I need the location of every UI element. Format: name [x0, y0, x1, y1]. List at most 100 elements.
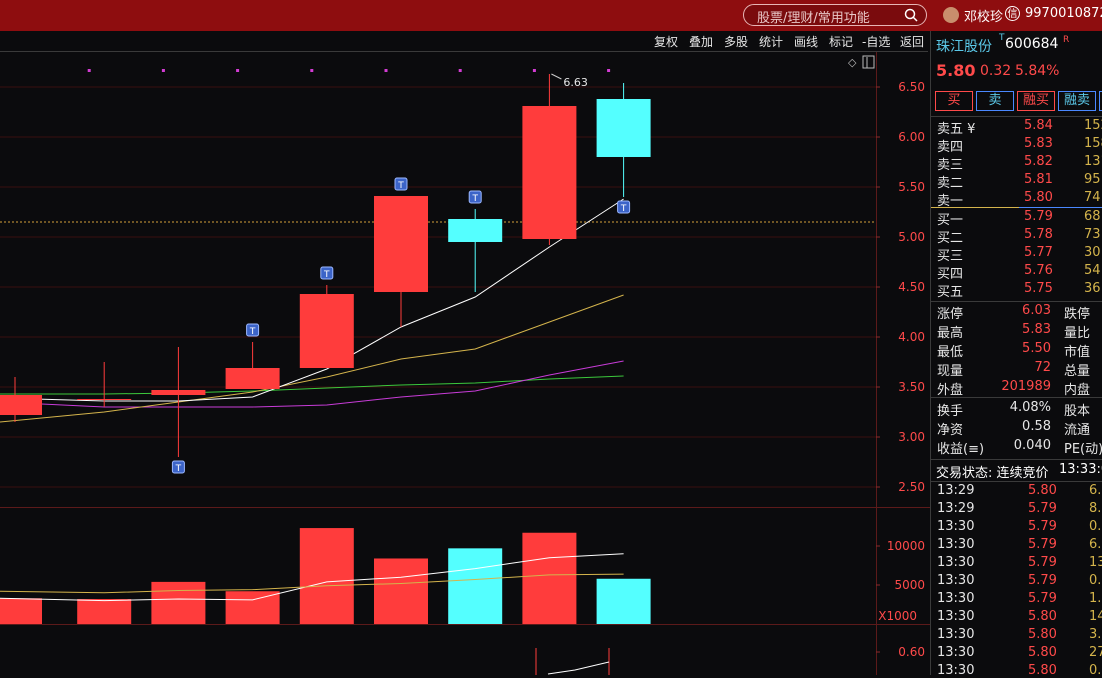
trade-status: 交易状态: 连续竞价 [936, 466, 1049, 481]
stat-label-2: 市值 [1064, 345, 1091, 360]
buy-button[interactable]: 买 [935, 91, 973, 111]
ask-price: 5.81 [1024, 172, 1053, 187]
quote-panel: 珠江股份 T 600684 R 5.80 0.32 5.84% 买 卖 融买 融… [930, 31, 1102, 678]
tick-price: 5.80 [1028, 609, 1057, 624]
margin-sell-button[interactable]: 融卖 [1058, 91, 1096, 111]
tool-statistics[interactable]: 统计 [759, 33, 783, 50]
ask-price: 5.80 [1024, 190, 1053, 205]
stat-label: 净资 [937, 423, 964, 438]
stat-label: 涨停 [937, 307, 964, 322]
price-tick-label: 4.00 [898, 330, 925, 344]
tick-price: 5.79 [1028, 537, 1057, 552]
diamond-icon: ◇ [848, 56, 857, 69]
ask-label: 卖三 [937, 158, 964, 173]
search-icon[interactable] [904, 8, 918, 22]
t-mark: T [999, 33, 1005, 43]
chart-toolbar: 复权 叠加 多股 统计 画线 标记 -自选 返回 [0, 31, 928, 52]
ask-price: 5.82 [1024, 154, 1053, 169]
price-tick-label: 6.50 [898, 80, 925, 94]
ask-label: 卖二 [937, 176, 964, 191]
tick-volume: 13. [1089, 555, 1102, 570]
tick-time: 13:30 [937, 555, 975, 570]
high-pointer [551, 73, 562, 80]
tick-volume: 1.5 [1089, 591, 1102, 606]
search-input[interactable]: 股票/理财/常用功能 [757, 7, 870, 26]
volume-tick-label: 5000 [894, 578, 925, 592]
stat-value: 201989 [1001, 379, 1051, 394]
candle-body [299, 294, 354, 368]
t-marker-label: T [620, 204, 627, 214]
bid-price: 5.75 [1024, 281, 1053, 296]
tick-time: 13:30 [937, 591, 975, 606]
stat-value: 6.03 [1022, 303, 1051, 318]
price-tick-label: 6.00 [898, 130, 925, 144]
stat-label: 换手 [937, 404, 964, 419]
bid-label: 买五 [937, 285, 964, 300]
tick-price: 5.79 [1028, 501, 1057, 516]
tick-price: 5.79 [1028, 573, 1057, 588]
tick-volume: 3.9 [1089, 627, 1102, 642]
price-tick-label: 3.00 [898, 430, 925, 444]
indicator-tick-label: 0.60 [898, 645, 925, 659]
tick-time: 13:30 [937, 573, 975, 588]
signal-marker [607, 69, 611, 72]
bid-volume: 36 [1084, 281, 1101, 296]
tick-time: 13:29 [937, 501, 975, 516]
price-tick-label: 4.50 [898, 280, 925, 294]
volume-bar [77, 599, 132, 624]
kline-chart[interactable]: 6.50 6.00 5.50 5.00 4.50 4.00 3.50 3.00 2.50 ◇ T T T… [0, 52, 930, 675]
tool-draw-line[interactable]: 画线 [794, 33, 818, 50]
candle-body [374, 196, 428, 292]
candle-body [0, 395, 42, 415]
ask-label: 卖一 [937, 194, 964, 209]
tool-mark[interactable]: 标记 [829, 33, 853, 50]
bid-price: 5.77 [1024, 245, 1053, 260]
spread-line-right [1019, 207, 1102, 208]
tick-time: 13:30 [937, 519, 975, 534]
divider [931, 459, 1102, 460]
stock-name: 珠江股份 [936, 39, 992, 55]
avatar[interactable] [943, 7, 959, 23]
ask-volume: 131 [1084, 154, 1102, 169]
ask-volume: 158 [1084, 136, 1102, 151]
stat-value: 0.040 [1013, 438, 1051, 453]
tick-volume: 0. [1089, 663, 1102, 678]
stat-label-2: 流通 [1064, 423, 1091, 438]
account-number: 9970010872 [1025, 6, 1102, 21]
ask-label: 卖五 ¥ [937, 122, 976, 137]
tick-price: 5.80 [1028, 627, 1057, 642]
stat-label-2: 量比 [1064, 326, 1091, 341]
stat-label-2: PE(动) [1064, 442, 1102, 457]
tool-restore-rights[interactable]: 复权 [654, 33, 678, 50]
top-bar: 股票/理财/常用功能 邓校珍 信 9970010872 [0, 0, 1102, 31]
username[interactable]: 邓校珍 [964, 6, 1003, 25]
tool-back[interactable]: 返回 [900, 33, 924, 50]
search-box[interactable]: 股票/理财/常用功能 [743, 4, 927, 26]
price-tick-label: 5.00 [898, 230, 925, 244]
tick-time: 13:30 [937, 663, 975, 678]
ask-price: 5.83 [1024, 136, 1053, 151]
signal-marker [532, 69, 536, 72]
tick-volume: 6.8 [1089, 537, 1102, 552]
tool-multi-stock[interactable]: 多股 [724, 33, 748, 50]
signal-marker [87, 69, 91, 72]
price-change-pct: 5.84% [1015, 63, 1060, 79]
volume-bar [225, 591, 280, 624]
tool-overlay[interactable]: 叠加 [689, 33, 713, 50]
signal-marker [161, 69, 165, 72]
sell-button[interactable]: 卖 [976, 91, 1014, 111]
bid-price: 5.79 [1024, 209, 1053, 224]
volume-bar [151, 581, 206, 624]
panel-toggle-icon [862, 55, 875, 69]
bid-label: 买二 [937, 231, 964, 246]
tick-time: 13:30 [937, 645, 975, 660]
stat-value: 4.08% [1009, 400, 1051, 415]
margin-buy-button[interactable]: 融买 [1017, 91, 1055, 111]
ask-label: 卖四 [937, 140, 964, 155]
tick-time: 13:30 [937, 609, 975, 624]
divider [931, 116, 1102, 117]
t-marker-label: T [397, 181, 404, 191]
tool-remove-watchlist[interactable]: -自选 [862, 33, 890, 50]
volume-tick-label: 10000 [887, 539, 925, 553]
pane-divider [0, 507, 930, 508]
